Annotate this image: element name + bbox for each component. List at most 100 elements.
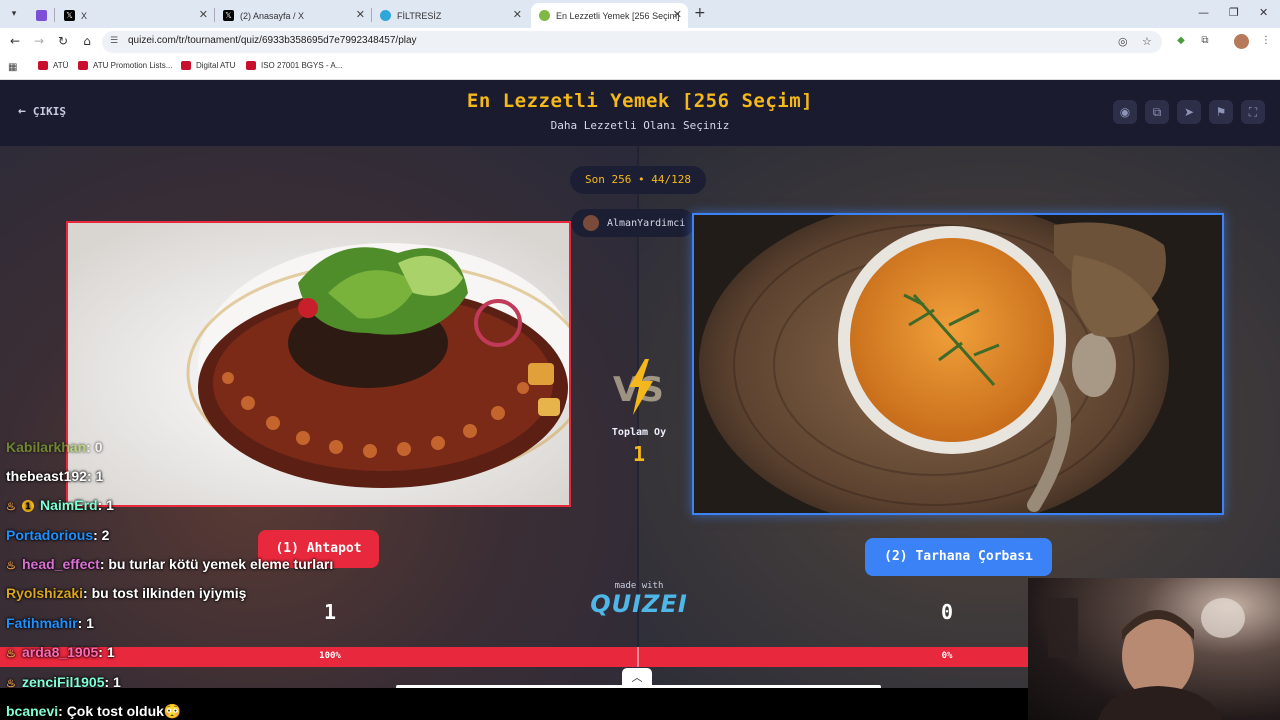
- browser-toolbar: ← → ↻ ⌂ ☰ quizei.com/tr/tournament/quiz/…: [0, 28, 1280, 56]
- close-tab-icon[interactable]: ✕: [199, 8, 208, 21]
- send-icon[interactable]: ➤: [1177, 100, 1201, 124]
- chat-message: ♨ 1 NaimErd: 1: [6, 497, 114, 513]
- browser-tab-active[interactable]: En Lezzetli Yemek [256 Seçim] ✕: [531, 3, 688, 28]
- tab-title: (2) Anasayfa / X: [240, 10, 305, 21]
- eye-icon[interactable]: ◉: [1113, 100, 1137, 124]
- tab-search-icon[interactable]: ▾: [6, 6, 22, 22]
- extension-icon[interactable]: ◆: [1174, 35, 1188, 49]
- close-tab-icon[interactable]: ✕: [356, 8, 365, 21]
- close-tab-icon[interactable]: ✕: [673, 8, 682, 21]
- tab-title: FİLTRESİZ: [397, 10, 442, 21]
- chat-text: : 0: [86, 439, 103, 455]
- flag-icon[interactable]: ⚑: [1209, 100, 1233, 124]
- browser-tab-4[interactable]: FİLTRESİZ ✕: [372, 3, 528, 28]
- reload-icon[interactable]: ↻: [55, 34, 71, 48]
- chat-user: NaimErd: [40, 497, 98, 513]
- chat-user: bcanevi: [6, 703, 59, 719]
- total-votes-label: Toplam Oy: [611, 427, 667, 438]
- home-icon[interactable]: ⌂: [79, 34, 95, 48]
- minimize-icon[interactable]: —: [1198, 6, 1209, 19]
- flame-badge-icon: ♨: [6, 501, 16, 514]
- quiz-header: ← ÇIKIŞ En Lezzetli Yemek [256 Seçim] Da…: [0, 80, 1280, 146]
- chat-text: : 1: [97, 497, 114, 513]
- forward-icon[interactable]: →: [31, 34, 47, 48]
- flame-badge-icon: ♨: [6, 678, 16, 691]
- x-logo-icon: 𝕏: [223, 10, 234, 21]
- chat-text: : 1: [98, 644, 115, 660]
- chat-text: : Çok tost olduk😳: [58, 703, 182, 719]
- close-window-icon[interactable]: ✕: [1259, 6, 1268, 19]
- chat-user: Fatihmahir: [6, 615, 78, 631]
- tab-title: X: [81, 10, 88, 21]
- round-indicator: Son 256 • 44/128: [570, 166, 706, 194]
- eye-off-icon[interactable]: ◎: [1118, 35, 1128, 48]
- site-info-icon[interactable]: ☰: [110, 36, 118, 46]
- chat-message: Ryolshizaki: bu tost ilkinden iyiymiş: [6, 585, 246, 601]
- bookmark-item[interactable]: ATU Promotion Lists...: [78, 61, 172, 70]
- flame-badge-icon: ♨: [6, 560, 16, 573]
- app-icon: [36, 10, 47, 21]
- browser-tab-3[interactable]: 𝕏 (2) Anasayfa / X ✕: [215, 3, 371, 28]
- extensions-puzzle-icon[interactable]: ⧉: [1198, 35, 1212, 49]
- screen: ▾ 𝕏 X ✕ 𝕏 (2) Anasayfa / X ✕ FİLTRESİZ ✕…: [0, 0, 1280, 720]
- chat-user: Portadorious: [6, 527, 94, 543]
- bookmark-favicon: [181, 61, 191, 70]
- chat-user: arda8_1905: [22, 644, 99, 660]
- streamer-webcam: [1028, 578, 1280, 720]
- chat-text: : bu tost ilkinden iyiymiş: [83, 585, 247, 601]
- quiz-title: En Lezzetli Yemek [256 Seçim]: [466, 90, 814, 112]
- chat-text: : bu turlar kötü yemek eleme turları: [99, 556, 334, 572]
- browser-tab-bar: ▾ 𝕏 X ✕ 𝕏 (2) Anasayfa / X ✕ FİLTRESİZ ✕…: [0, 0, 1280, 28]
- bookmark-item[interactable]: ISO 27001 BGYS - A...: [246, 61, 342, 70]
- quizei-icon: [539, 10, 550, 21]
- chat-message: bcanevi: Çok tost olduk😳: [6, 703, 181, 720]
- close-tab-icon[interactable]: ✕: [513, 8, 522, 21]
- choice-card-right[interactable]: [692, 213, 1224, 515]
- chat-user: Ryolshizaki: [6, 585, 84, 601]
- chat-text: : 1: [104, 674, 121, 690]
- chat-message: ♨ arda8_1905: 1: [6, 644, 115, 660]
- avatar: [583, 215, 599, 231]
- tab-title: En Lezzetli Yemek [256 Seçim]: [556, 10, 680, 21]
- tarhana-soup-image: [694, 215, 1222, 513]
- address-bar[interactable]: ☰ quizei.com/tr/tournament/quiz/6933b358…: [102, 31, 1162, 53]
- back-icon[interactable]: ←: [7, 34, 23, 48]
- new-tab-icon[interactable]: +: [694, 5, 706, 21]
- bookmark-item[interactable]: Digital ATU: [181, 61, 235, 70]
- webcam-image: [1048, 598, 1245, 720]
- bookmark-star-icon[interactable]: ☆: [1142, 35, 1152, 48]
- chat-message: thebeast192: 1: [6, 468, 103, 484]
- bookmark-item[interactable]: ATÜ: [38, 61, 68, 70]
- chat-user: head_effect: [22, 556, 100, 572]
- user-name: AlmanYardimci: [607, 217, 686, 229]
- chat-message: Kabilarkhan: 0: [6, 439, 102, 455]
- fullscreen-icon[interactable]: ⛶: [1241, 100, 1265, 124]
- x-logo-icon: 𝕏: [64, 10, 75, 21]
- bookmark-label: ATÜ: [53, 61, 69, 70]
- choice-label-right[interactable]: (2) Tarhana Çorbası: [865, 538, 1052, 576]
- bookmark-favicon: [246, 61, 256, 70]
- chat-message: Portadorious: 2: [6, 527, 109, 543]
- quiz-subtitle: Daha Lezzetli Olanı Seçiniz: [550, 119, 730, 132]
- telegram-icon: [380, 10, 391, 21]
- bookmark-label: ISO 27001 BGYS - A...: [261, 61, 343, 70]
- chat-user: zenciFil1905: [22, 674, 105, 690]
- url-text[interactable]: quizei.com/tr/tournament/quiz/6933b35869…: [128, 35, 417, 46]
- chat-message: ♨ zenciFil1905: 1: [6, 674, 121, 690]
- share-icon[interactable]: ⧉: [1145, 100, 1169, 124]
- profile-avatar[interactable]: [1234, 34, 1249, 49]
- chat-message: ♨ head_effect: bu turlar kötü yemek eleme…: [6, 556, 333, 572]
- browser-tab-2[interactable]: 𝕏 X ✕: [56, 3, 214, 28]
- menu-kebab-icon[interactable]: ⋮: [1259, 35, 1273, 49]
- bookmarks-bar: ▦ ATÜ ATU Promotion Lists... Digital ATU…: [0, 56, 1280, 80]
- chat-message: Fatihmahir: 1: [6, 615, 94, 631]
- restore-icon[interactable]: ❐: [1229, 6, 1239, 19]
- bookmark-favicon: [78, 61, 88, 70]
- flame-badge-icon: ♨: [6, 648, 16, 661]
- chat-text: : 2: [93, 527, 110, 543]
- chat-text: : 1: [77, 615, 94, 631]
- bookmark-label: ATU Promotion Lists...: [93, 61, 173, 70]
- user-badge: AlmanYardimci: [571, 209, 695, 237]
- apps-grid-icon[interactable]: ▦: [8, 62, 17, 73]
- subscriber-badge-icon: 1: [22, 500, 34, 513]
